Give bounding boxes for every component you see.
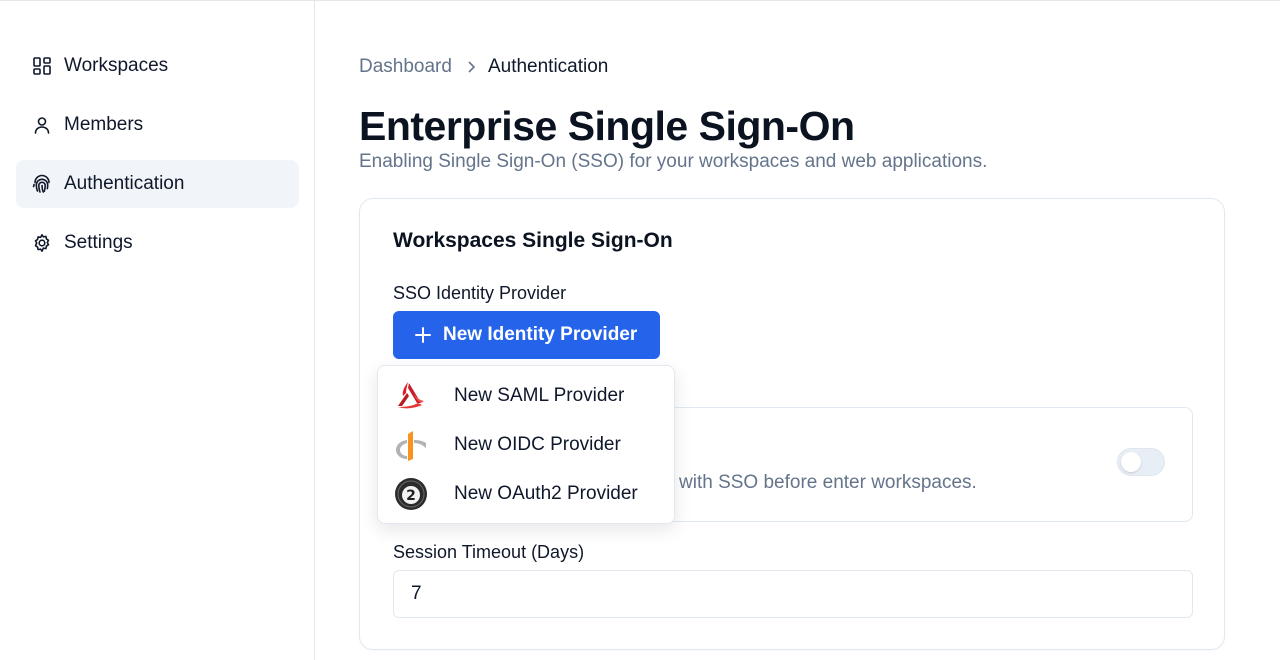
breadcrumb-current: Authentication [487, 56, 609, 77]
grid-icon [32, 56, 52, 76]
oauth2-logo-icon: 2 [394, 477, 428, 511]
card-title: Workspaces Single Sign-On [393, 229, 673, 252]
sidebar-item-workspaces[interactable]: Workspaces [16, 42, 299, 90]
gear-icon [32, 233, 52, 253]
sidebar-item-label: Workspaces [64, 55, 169, 76]
identity-provider-dropdown: New SAML Provider New OIDC Provider 2 Ne… [377, 365, 675, 524]
sidebar-item-label: Settings [64, 232, 133, 253]
new-identity-provider-button[interactable]: New Identity Provider [393, 311, 660, 359]
enforce-sso-toggle[interactable] [1117, 448, 1165, 476]
sso-provider-label: SSO Identity Provider [393, 283, 567, 303]
sidebar-item-label: Authentication [64, 173, 185, 194]
menu-item-new-oidc-provider[interactable]: New OIDC Provider [378, 421, 674, 469]
sidebar-item-label: Members [64, 114, 144, 135]
openid-logo-icon [394, 428, 428, 462]
menu-item-new-saml-provider[interactable]: New SAML Provider [378, 372, 674, 420]
fingerprint-icon [32, 174, 52, 194]
new-identity-provider-label: New Identity Provider [443, 324, 638, 345]
toggle-knob [1121, 452, 1141, 472]
page-subtitle: Enabling Single Sign-On (SSO) for your w… [359, 151, 988, 172]
session-timeout-label: Session Timeout (Days) [393, 542, 585, 562]
sidebar-item-members[interactable]: Members [16, 101, 299, 149]
svg-text:2: 2 [406, 488, 416, 504]
session-timeout-input[interactable] [393, 570, 1193, 618]
enforce-sso-description: with SSO before enter workspaces. [679, 472, 977, 493]
breadcrumb-dashboard-link[interactable]: Dashboard [359, 56, 452, 78]
menu-item-label: New OAuth2 Provider [454, 483, 638, 504]
user-icon [32, 115, 52, 135]
sidebar: Workspaces Members Authentication Settin… [0, 1, 315, 660]
chevron-right-icon [466, 60, 476, 74]
menu-item-label: New OIDC Provider [454, 434, 621, 455]
sidebar-item-settings[interactable]: Settings [16, 219, 299, 267]
breadcrumb: Dashboard Authentication [359, 55, 608, 79]
menu-item-label: New SAML Provider [454, 385, 625, 406]
saml-logo-icon [394, 379, 428, 413]
plus-icon [415, 327, 431, 343]
sidebar-item-authentication[interactable]: Authentication [16, 160, 299, 208]
page-title: Enterprise Single Sign-On [359, 103, 855, 149]
menu-item-new-oauth2-provider[interactable]: 2 New OAuth2 Provider [378, 470, 674, 518]
